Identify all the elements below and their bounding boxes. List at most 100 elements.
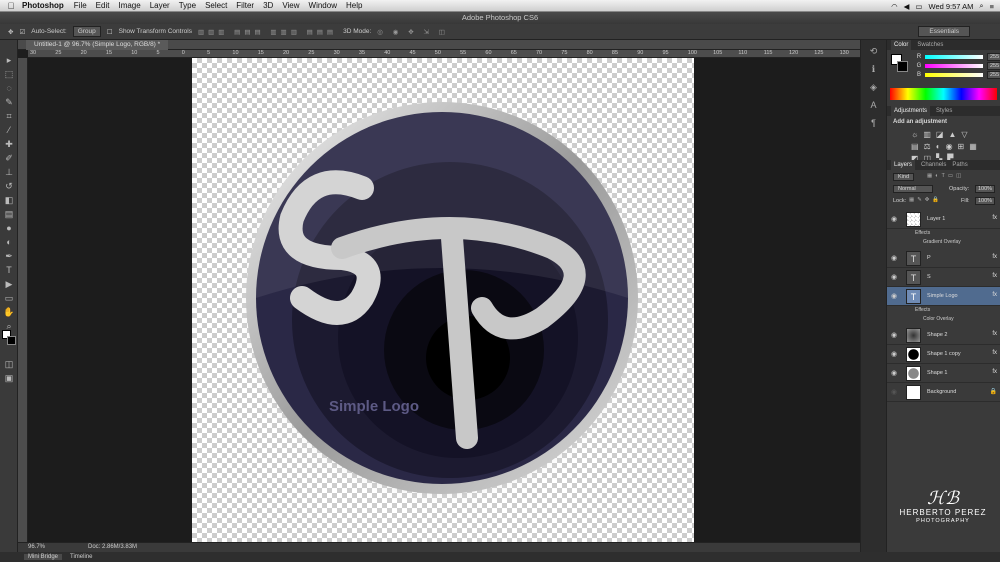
tab-timeline[interactable]: Timeline (70, 554, 92, 560)
battery-icon[interactable]: ▭ (915, 2, 922, 11)
layer-row-shape-2[interactable]: ◉ Shape 2 fx (887, 326, 1000, 345)
layer-effects-row[interactable]: Effects (887, 307, 1000, 316)
layer-name[interactable]: Shape 2 (927, 332, 948, 338)
menu-type[interactable]: Type (179, 1, 196, 10)
layer-filter-icons[interactable]: ▦◐T▭◫ (927, 173, 964, 179)
ruler-left[interactable] (18, 58, 28, 542)
character-panel-icon[interactable]: A (867, 100, 881, 112)
tab-mini-bridge[interactable]: Mini Bridge (24, 554, 63, 560)
move-tool-icon[interactable]: ▸ (3, 54, 15, 66)
move-tool-icon[interactable]: ✥ (8, 28, 13, 36)
hand-tool-icon[interactable]: ✋ (3, 306, 15, 318)
blue-value[interactable]: 255 (987, 70, 1000, 79)
layer-name[interactable]: P (927, 255, 931, 261)
shape-tool-icon[interactable]: ▭ (3, 292, 15, 304)
tab-swatches[interactable]: Swatches (917, 40, 943, 50)
visibility-eye-icon[interactable]: ◉ (891, 350, 897, 358)
show-transform-checkbox[interactable]: ☐ (107, 28, 113, 36)
eraser-tool-icon[interactable]: ◧ (3, 194, 15, 206)
layer-effects-row[interactable]: Effects (887, 230, 1000, 239)
layer-row-s[interactable]: ◉ T S fx (887, 268, 1000, 287)
properties-panel-icon[interactable]: ℹ (867, 64, 881, 76)
menu-select[interactable]: Select (205, 1, 227, 10)
tab-layers[interactable]: Layers (891, 160, 916, 170)
ruler-top[interactable]: 30 25 20 15 10 5 0 5 10 15 20 25 30 35 40 45 50 55 60 65 70 7… (28, 50, 860, 58)
screen-mode-icon[interactable]: ▣ (3, 372, 15, 384)
paragraph-panel-icon[interactable]: ¶ (867, 118, 881, 130)
document-canvas[interactable]: Simple Logo (192, 58, 694, 542)
menu-layer[interactable]: Layer (150, 1, 170, 10)
layer-name[interactable]: Shape 1 copy (927, 351, 961, 357)
layer-row-shape-1[interactable]: ◉ Shape 1 fx (887, 364, 1000, 383)
red-slider[interactable]: R 255 (913, 52, 1000, 61)
quick-mask-icon[interactable]: ◫ (3, 358, 15, 370)
layer-name[interactable]: Simple Logo (927, 293, 958, 299)
auto-select-checkbox[interactable]: ☑ (19, 28, 25, 36)
fx-icon[interactable]: fx (992, 331, 997, 337)
blend-mode-dropdown[interactable]: Normal (893, 185, 933, 193)
quick-select-tool-icon[interactable]: ✎ (3, 96, 15, 108)
history-panel-icon[interactable]: ⟲ (867, 46, 881, 58)
app-menu[interactable]: Photoshop (22, 1, 64, 10)
fx-icon[interactable]: fx (992, 273, 997, 279)
crop-tool-icon[interactable]: ⌗ (3, 110, 15, 122)
blue-slider[interactable]: B 255 (913, 70, 1000, 79)
spotlight-icon[interactable]: ⌕ (979, 1, 983, 11)
brush-tool-icon[interactable]: ✐ (3, 152, 15, 164)
menu-window[interactable]: Window (309, 1, 337, 10)
menu-3d[interactable]: 3D (263, 1, 273, 10)
fx-icon[interactable]: fx (992, 350, 997, 356)
layer-name[interactable]: S (927, 274, 931, 280)
green-value[interactable]: 255 (987, 61, 1000, 70)
pen-tool-icon[interactable]: ✒ (3, 250, 15, 262)
bg-color-chip[interactable] (897, 61, 908, 72)
tab-styles[interactable]: Styles (936, 106, 952, 116)
eyedropper-tool-icon[interactable]: ⁄ (3, 124, 15, 136)
green-slider[interactable]: G 255 (913, 61, 1000, 70)
color-spectrum-bar[interactable] (890, 88, 997, 100)
tab-color[interactable]: Color (891, 40, 912, 50)
fill-field[interactable]: 100% (975, 197, 996, 205)
fx-icon[interactable]: fx (992, 215, 997, 221)
lasso-tool-icon[interactable]: ◌ (3, 82, 15, 94)
3d-mode-buttons[interactable]: ◎ ◉ ✥ ⇲ ◫ (377, 28, 449, 36)
volume-icon[interactable]: ◀ (904, 2, 910, 11)
visibility-eye-icon[interactable]: ◉ (891, 254, 897, 262)
visibility-eye-icon[interactable]: ◉ (891, 369, 897, 377)
tab-channels[interactable]: Channels (921, 160, 946, 170)
wifi-icon[interactable]: ◠ (891, 2, 898, 11)
layer-row-p[interactable]: ◉ T P fx (887, 249, 1000, 268)
tab-paths[interactable]: Paths (952, 160, 967, 170)
red-value[interactable]: 255 (987, 52, 1000, 61)
canvas-workspace[interactable]: Simple Logo (28, 58, 860, 542)
layer-effect-color-overlay[interactable]: Color Overlay (887, 316, 1000, 325)
layer-name[interactable]: Layer 1 (927, 216, 945, 222)
menu-help[interactable]: Help (346, 1, 362, 10)
layer-row-simple-logo[interactable]: ◉ T Simple Logo fx (887, 287, 1000, 306)
visibility-eye-icon[interactable]: ◉ (891, 273, 897, 281)
auto-select-dropdown[interactable]: Group (72, 26, 101, 37)
history-brush-tool-icon[interactable]: ↺ (3, 180, 15, 192)
layer-name[interactable]: Background (927, 389, 956, 395)
visibility-eye-icon[interactable]: ◉ (891, 215, 897, 223)
zoom-level-field[interactable]: 96.7% (28, 544, 45, 550)
opacity-field[interactable]: 100% (975, 185, 996, 193)
doc-size-info[interactable]: Doc: 2.86M/3.83M (88, 544, 137, 550)
menu-filter[interactable]: Filter (236, 1, 254, 10)
align-buttons-group[interactable]: ▥▥▥ ▤▤▤ ▥▥▥ ▤▤▤ (198, 28, 337, 36)
gradient-tool-icon[interactable]: ▤ (3, 208, 15, 220)
layer-filter-kind[interactable]: Kind (893, 173, 915, 181)
fx-icon[interactable]: fx (992, 292, 997, 298)
visibility-eye-icon[interactable]: ◉ (891, 388, 897, 396)
fx-icon[interactable]: fx (992, 369, 997, 375)
visibility-eye-icon[interactable]: ◉ (891, 292, 897, 300)
healing-brush-tool-icon[interactable]: ✚ (3, 138, 15, 150)
apple-icon[interactable]:  (0, 1, 22, 11)
layer-row-layer-1[interactable]: ◉ Layer 1 fx (887, 210, 1000, 229)
type-tool-icon[interactable]: T (3, 264, 15, 276)
tab-adjustments[interactable]: Adjustments (891, 106, 931, 116)
clone-stamp-tool-icon[interactable]: ⊥ (3, 166, 15, 178)
dodge-tool-icon[interactable]: ◐ (3, 236, 15, 248)
lock-icons[interactable]: ▦✎✥🔒 (909, 197, 942, 203)
visibility-eye-icon[interactable]: ◉ (891, 331, 897, 339)
